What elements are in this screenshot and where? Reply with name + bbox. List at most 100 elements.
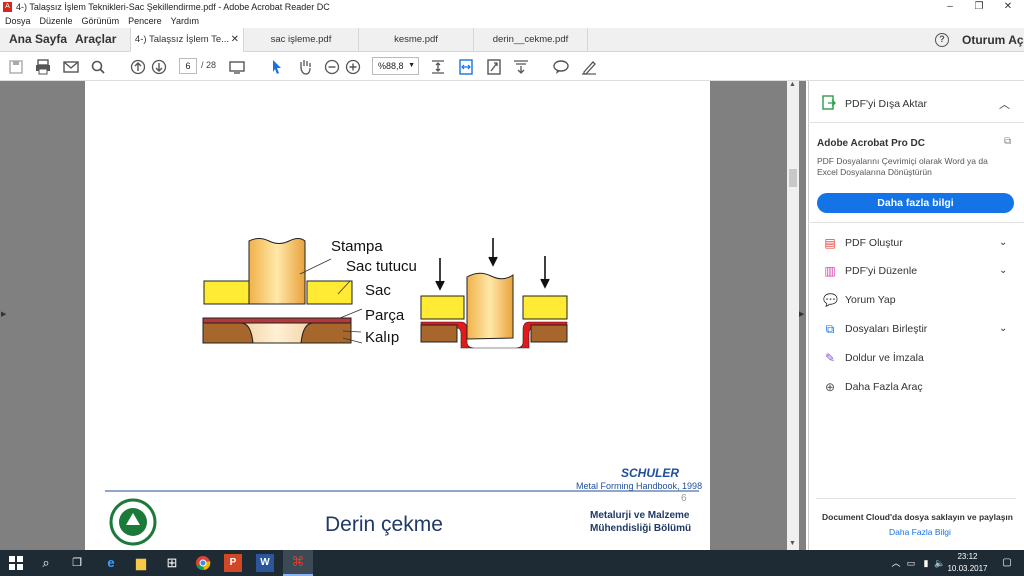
menu-bar: Dosya Düzenle Görünüm Pencere Yardım: [0, 14, 1024, 28]
comment-tool-icon: 💬: [823, 293, 838, 307]
left-panel-toggle-icon[interactable]: ▶: [1, 310, 6, 318]
tool-combine-files[interactable]: ⧉ Dosyaları Birleştir ⌄: [808, 317, 1024, 341]
clock-time: 23:12: [957, 552, 978, 561]
search-icon[interactable]: [90, 58, 106, 76]
right-tools-panel: [808, 81, 1024, 550]
department-line-1: Metalurji ve Malzeme: [590, 510, 690, 521]
product-description-2: Excel Dosyalarına Dönüştürün: [817, 167, 932, 177]
tool-label: Yorum Yap: [845, 294, 896, 306]
menu-edit[interactable]: Düzenle: [40, 16, 73, 26]
slide-heading: Derin çekme: [325, 513, 443, 536]
sign-in-link[interactable]: Oturum Aç: [962, 33, 1024, 47]
close-tab-icon[interactable]: ✕: [231, 28, 239, 52]
menu-window[interactable]: Pencere: [128, 16, 162, 26]
next-page-icon[interactable]: [151, 58, 167, 76]
page-number-input[interactable]: 6: [179, 58, 197, 74]
tool-edit-pdf[interactable]: ▥ PDF'yi Düzenle ⌄: [808, 259, 1024, 283]
product-name: Adobe Acrobat Pro DC: [817, 138, 925, 149]
menu-help[interactable]: Yardım: [171, 16, 199, 26]
windows-start-icon[interactable]: [9, 556, 23, 570]
tab-home[interactable]: Ana Sayfa: [9, 32, 67, 46]
doc-tab-active[interactable]: 4-) Talaşsız İşlem Te... ✕: [130, 28, 243, 52]
file-explorer-icon[interactable]: ▆: [130, 553, 152, 573]
save-icon[interactable]: [8, 58, 24, 76]
acrobat-app-icon: A: [3, 2, 12, 12]
scroll-thumb[interactable]: [789, 169, 797, 187]
system-clock[interactable]: 23:12 10.03.2017: [945, 551, 990, 575]
doc-tab-sac-isleme[interactable]: sac işleme.pdf: [243, 28, 358, 52]
print-icon[interactable]: [34, 58, 52, 76]
tool-label: Daha Fazla Araç: [845, 381, 923, 393]
fit-width-icon[interactable]: [458, 58, 474, 76]
tool-more-tools[interactable]: ⊕ Daha Fazla Araç: [808, 375, 1024, 399]
word-icon[interactable]: W: [256, 554, 274, 572]
doc-tab-derin-cekme[interactable]: derin__cekme.pdf: [473, 28, 588, 52]
email-icon[interactable]: [62, 58, 80, 76]
title-bar: A 4-) Talaşsız İşlem Teknikleri-Sac Şeki…: [0, 0, 1024, 14]
fit-page-icon[interactable]: [430, 58, 446, 76]
tool-label: Dosyaları Birleştir: [845, 323, 928, 335]
highlight-pen-icon[interactable]: [580, 58, 598, 76]
help-icon[interactable]: ?: [935, 33, 949, 47]
right-panel-toggle-icon[interactable]: ▶: [799, 310, 804, 318]
zoom-value: %88,8: [378, 61, 404, 71]
edit-pdf-icon: ▥: [824, 264, 836, 278]
full-screen-icon[interactable]: [486, 58, 502, 76]
tool-comment[interactable]: 💬 Yorum Yap: [808, 288, 1024, 312]
product-description-1: PDF Dosyalarını Çevrimiçi olarak Word ya…: [817, 156, 988, 166]
chrome-icon[interactable]: [195, 555, 211, 571]
divider: [808, 222, 1024, 223]
comment-icon[interactable]: [552, 58, 570, 76]
hand-tool-icon[interactable]: [296, 58, 314, 76]
scroll-up-icon[interactable]: ▲: [789, 81, 796, 88]
scroll-mode-icon[interactable]: [512, 58, 530, 76]
store-icon[interactable]: ⊞: [161, 553, 183, 573]
powerpoint-icon[interactable]: P: [224, 554, 242, 572]
zoom-select[interactable]: %88,8 ▼: [372, 57, 419, 75]
zoom-out-icon[interactable]: [324, 58, 340, 76]
select-cursor-icon[interactable]: [270, 58, 284, 76]
acrobat-taskbar-icon[interactable]: ⌘: [283, 550, 313, 576]
doc-tab-label: derin__cekme.pdf: [492, 34, 569, 45]
tool-create-pdf[interactable]: ▤ PDF Oluştur ⌄: [808, 231, 1024, 255]
fill-sign-icon: ✎: [824, 351, 836, 365]
notifications-icon[interactable]: ▢: [996, 553, 1018, 573]
collapse-chevron-icon[interactable]: ︿: [999, 96, 1010, 112]
label-stampa: Stampa: [331, 238, 383, 255]
doc-tab-kesme[interactable]: kesme.pdf: [358, 28, 473, 52]
create-pdf-icon: ▤: [824, 236, 836, 250]
doc-tab-label: sac işleme.pdf: [270, 34, 332, 45]
menu-view[interactable]: Görünüm: [82, 16, 120, 26]
maximize-button[interactable]: ❐: [964, 0, 994, 14]
clock-date: 10.03.2017: [947, 564, 988, 573]
tool-fill-sign[interactable]: ✎ Doldur ve İmzala: [808, 346, 1024, 370]
chevron-down-icon: ⌄: [999, 237, 1008, 248]
label-sac: Sac: [365, 282, 391, 299]
edge-browser-icon[interactable]: e: [100, 553, 122, 573]
windows-taskbar: ⌕ ❐ e ▆ ⊞ P W ⌘ ︿ ▭ ▮ 🔈 23:12 10.03.2017…: [0, 550, 1024, 576]
page-number-label: 6: [681, 493, 687, 504]
close-window-button[interactable]: ✕: [993, 0, 1023, 14]
menu-file[interactable]: Dosya: [5, 16, 31, 26]
minimize-button[interactable]: –: [935, 0, 965, 14]
combine-files-icon: ⧉: [825, 322, 835, 336]
doc-tab-label: 4-) Talaşsız İşlem Te...: [134, 34, 230, 45]
divider: [808, 122, 1024, 123]
vertical-scrollbar[interactable]: ▲ ▼: [787, 81, 799, 550]
doc-tab-label: kesme.pdf: [394, 34, 438, 45]
chevron-down-icon: ▼: [408, 62, 415, 69]
page-display-icon[interactable]: [228, 58, 246, 76]
tool-label: PDF Oluştur: [845, 237, 903, 249]
copy-icon[interactable]: ⧉: [1004, 136, 1011, 147]
task-view-icon[interactable]: ❐: [66, 553, 88, 573]
label-sac-tutucu: Sac tutucu: [346, 258, 417, 275]
zoom-in-icon[interactable]: [345, 58, 361, 76]
more-info-link[interactable]: Daha Fazla Bilgi: [889, 527, 951, 537]
learn-more-button[interactable]: Daha fazla bilgi: [817, 193, 1014, 213]
tab-tools[interactable]: Araçlar: [75, 32, 116, 46]
scroll-down-icon[interactable]: ▼: [789, 540, 796, 547]
search-icon[interactable]: ⌕: [35, 553, 57, 573]
label-parca: Parça: [365, 307, 405, 324]
previous-page-icon[interactable]: [130, 58, 146, 76]
export-pdf-title[interactable]: PDF'yi Dışa Aktar: [845, 98, 927, 110]
